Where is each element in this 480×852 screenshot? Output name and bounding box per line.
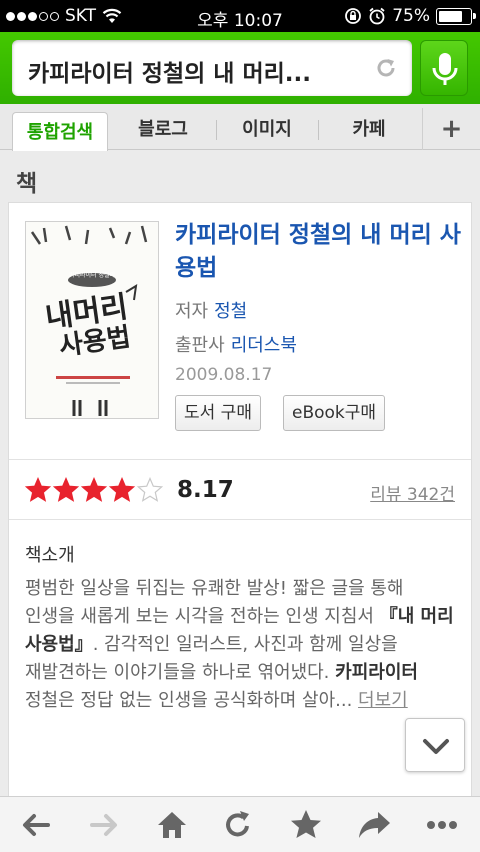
status-right: 75% xyxy=(344,6,476,26)
intro-heading: 책소개 xyxy=(25,545,75,566)
author-label: 저자 xyxy=(175,301,209,322)
publisher-row: 출판사 리더스북 xyxy=(175,331,297,357)
search-tabs: 통합검색 블로그 이미지 카페 + xyxy=(0,104,480,151)
scroll-down-button[interactable] xyxy=(405,718,465,772)
tab-blog[interactable]: 블로그 xyxy=(118,110,208,150)
intro-text-part1: 평범한 일상을 뒤집는 유쾌한 발상! 짧은 글을 통해 인생을 새롭게 보는 … xyxy=(25,578,404,627)
tab-image[interactable]: 이미지 xyxy=(222,110,312,150)
rating-stars xyxy=(25,477,163,503)
rotation-lock-icon xyxy=(345,8,362,24)
reload-icon[interactable] xyxy=(218,807,258,843)
tab-divider xyxy=(318,120,319,140)
book-cover-image[interactable]: 카피라이터 정철의 내머리 사용법 xyxy=(25,221,159,419)
chevron-down-icon xyxy=(423,739,449,754)
microphone-icon xyxy=(432,53,458,85)
alarm-icon xyxy=(369,7,385,25)
home-icon[interactable] xyxy=(152,807,192,843)
search-query: 카피라이터 정철의 내 머리... xyxy=(28,61,311,87)
tab-divider xyxy=(216,120,217,140)
publisher-link[interactable]: 리더스북 xyxy=(231,335,297,356)
share-arrow-icon[interactable] xyxy=(354,807,394,843)
star-filled-icon xyxy=(25,477,51,502)
divider xyxy=(9,519,471,520)
intro-bold-copywriter: 카피라이터 xyxy=(335,662,418,683)
battery-fill xyxy=(439,10,462,22)
author-row: 저자 정철 xyxy=(175,297,247,323)
publish-date: 2009.08.17 xyxy=(175,365,273,385)
author-link[interactable]: 정철 xyxy=(214,301,247,322)
intro-text-part3: 정철은 정답 없는 인생을 공식화하며 살아... xyxy=(25,690,359,711)
tab-cafe[interactable]: 카페 xyxy=(324,110,414,150)
search-input[interactable]: 카피라이터 정철의 내 머리... xyxy=(12,40,412,96)
more-menu-icon[interactable] xyxy=(422,807,462,843)
refresh-icon[interactable] xyxy=(374,56,398,80)
publisher-label: 출판사 xyxy=(175,335,225,356)
star-filled-icon xyxy=(81,477,107,502)
buy-ebook-button[interactable]: eBook구매 xyxy=(283,395,386,431)
star-empty-icon xyxy=(137,477,163,502)
rating-score: 8.17 xyxy=(177,477,234,503)
status-bar: SKT 오후 10:07 75% xyxy=(0,0,480,32)
read-more-link[interactable]: 더보기 xyxy=(358,690,408,711)
section-title: 책 xyxy=(16,171,38,197)
tab-integrated[interactable]: 통합검색 xyxy=(12,112,108,151)
divider xyxy=(9,459,471,460)
book-title-link[interactable]: 카피라이터 정철의 내 머리 사용법 xyxy=(175,219,465,285)
cover-top-label: 카피라이터 정철의 xyxy=(69,271,115,279)
browser-toolbar xyxy=(0,796,480,852)
tab-more-button[interactable]: + xyxy=(422,108,480,150)
back-arrow-icon[interactable] xyxy=(16,807,56,843)
voice-search-button[interactable] xyxy=(420,40,468,96)
star-filled-icon xyxy=(109,477,135,502)
buy-book-button[interactable]: 도서 구매 xyxy=(175,395,261,431)
bookmark-star-icon[interactable] xyxy=(286,807,326,843)
star-filled-icon xyxy=(53,477,79,502)
forward-arrow-icon[interactable] xyxy=(84,807,124,843)
battery-icon xyxy=(436,7,476,25)
review-count-link[interactable]: 리뷰 342건 xyxy=(370,480,455,505)
book-card: 카피라이터 정철의 내머리 사용법 카피라이터 정철의 내 머리 사용법 저자 정… xyxy=(8,202,472,802)
search-header: 카피라이터 정철의 내 머리... xyxy=(0,32,480,104)
intro-text: 평범한 일상을 뒤집는 유쾌한 발상! 짧은 글을 통해 인생을 새롭게 보는 … xyxy=(25,575,455,715)
battery-percent: 75% xyxy=(392,6,430,26)
